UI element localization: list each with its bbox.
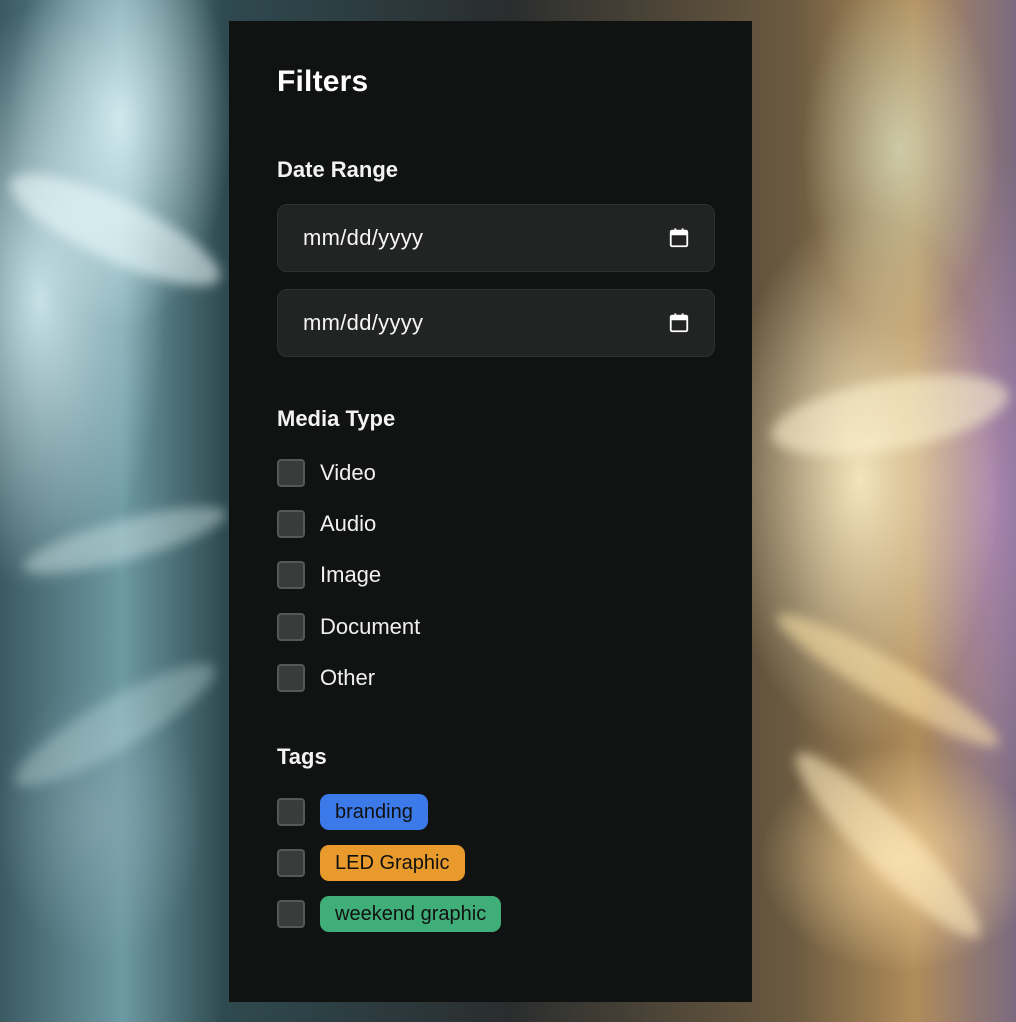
media-option-audio[interactable]: Audio [277,508,376,540]
filters-panel: Filters Date Range mm/dd/yyyy mm/dd/yyyy… [229,21,752,1002]
media-option-other[interactable]: Other [277,662,375,694]
panel-title: Filters [277,65,369,98]
checkbox[interactable] [277,613,305,641]
media-option-document[interactable]: Document [277,611,420,643]
start-date-input[interactable]: mm/dd/yyyy [277,204,715,272]
tags-label: Tags [277,744,327,769]
end-date-placeholder: mm/dd/yyyy [303,310,424,335]
calendar-icon[interactable] [668,227,690,249]
date-range-label: Date Range [277,157,399,182]
tag-option-branding[interactable]: branding [277,794,428,830]
start-date-placeholder: mm/dd/yyyy [303,225,424,250]
checkbox[interactable] [277,459,305,487]
media-option-image[interactable]: Image [277,559,381,591]
calendar-icon[interactable] [668,312,690,334]
tag-option-weekend-graphic[interactable]: weekend graphic [277,896,502,932]
checkbox[interactable] [277,900,305,928]
tag-chip: branding [320,794,428,830]
checkbox[interactable] [277,664,305,692]
media-type-label: Media Type [277,406,396,431]
media-option-label: Video [320,460,376,485]
media-option-label: Image [320,562,382,587]
media-option-label: Document [320,614,421,639]
checkbox[interactable] [277,849,305,877]
media-option-label: Other [320,665,376,690]
end-date-input[interactable]: mm/dd/yyyy [277,289,715,357]
checkbox[interactable] [277,561,305,589]
media-option-video[interactable]: Video [277,457,376,489]
checkbox[interactable] [277,798,305,826]
tag-chip: LED Graphic [320,845,465,881]
tag-chip: weekend graphic [320,896,502,932]
media-option-label: Audio [320,511,377,536]
checkbox[interactable] [277,510,305,538]
tag-option-led-graphic[interactable]: LED Graphic [277,845,465,881]
